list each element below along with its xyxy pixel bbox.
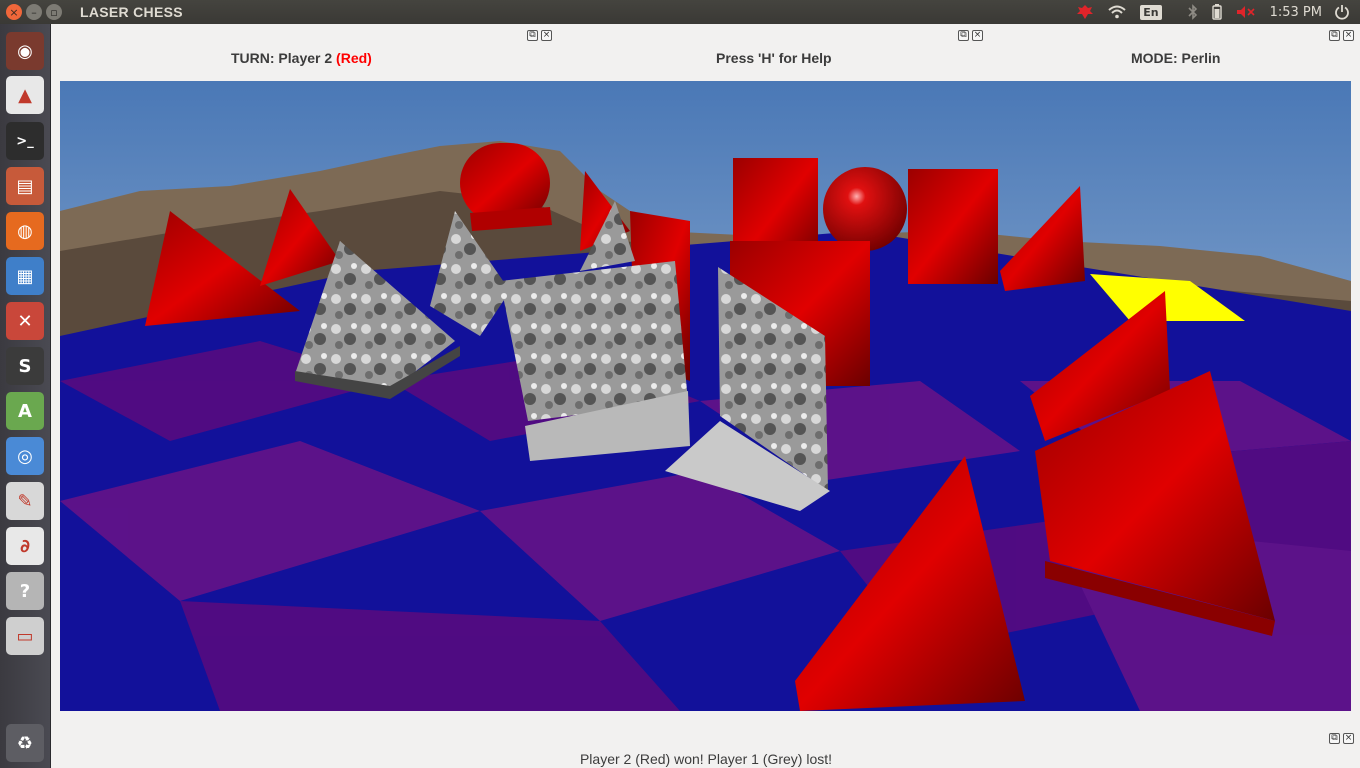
turn-prefix: TURN: Player 2: [231, 50, 337, 66]
top-panel: × – ▫ LASER CHESS En 1:53 PM: [0, 0, 1360, 24]
panel-close-icon[interactable]: ×: [1343, 30, 1354, 41]
help-panel-controls: ⧉ ×: [958, 30, 983, 41]
turn-player-name: (Red): [336, 50, 372, 66]
panel-restore-icon[interactable]: ⧉: [1329, 733, 1340, 744]
terminal-icon[interactable]: >_: [6, 122, 44, 160]
pdf-reader-icon[interactable]: ∂: [6, 527, 44, 565]
sublime-icon[interactable]: S: [6, 347, 44, 385]
keyboard-language-indicator[interactable]: En: [1140, 4, 1162, 20]
clock[interactable]: 1:53 PM: [1270, 5, 1322, 20]
mode-panel-controls: ⧉ ×: [1329, 30, 1354, 41]
vlc-icon[interactable]: ▲: [6, 76, 44, 114]
settings-icon[interactable]: ✕: [6, 302, 44, 340]
app-indicator-icon[interactable]: [1076, 4, 1094, 20]
game-status-message: Player 2 (Red) won! Player 1 (Grey) lost…: [579, 751, 833, 767]
panel-restore-icon[interactable]: ⧉: [1329, 30, 1340, 41]
trash-icon[interactable]: ♻: [6, 724, 44, 762]
wifi-icon[interactable]: [1108, 5, 1126, 19]
chromium-icon[interactable]: ◎: [6, 437, 44, 475]
battery-icon[interactable]: [1211, 4, 1222, 20]
android-studio-icon[interactable]: A: [6, 392, 44, 430]
help-icon[interactable]: ?: [6, 572, 44, 610]
volume-muted-icon[interactable]: [1236, 5, 1256, 19]
help-hint: Press 'H' for Help: [716, 50, 832, 66]
turn-indicator: TURN: Player 2 (Red): [231, 50, 372, 66]
drive-icon[interactable]: ▭: [6, 617, 44, 655]
launcher-sidebar: ◉ ▲ >_ ▤ ◍ ▦ ✕ S A ◎ ✎ ∂? ▭ ♻: [0, 24, 51, 768]
panel-close-icon[interactable]: ×: [972, 30, 983, 41]
text-editor-icon[interactable]: ✎: [6, 482, 44, 520]
panel-close-icon[interactable]: ×: [1343, 733, 1354, 744]
bluetooth-icon[interactable]: [1188, 4, 1198, 20]
writer-icon[interactable]: ▦: [6, 257, 44, 295]
panel-restore-icon[interactable]: ⧉: [958, 30, 969, 41]
files-icon[interactable]: ▤: [6, 167, 44, 205]
power-icon[interactable]: [1334, 4, 1350, 25]
game-3d-viewport[interactable]: [60, 81, 1351, 711]
panel-close-icon[interactable]: ×: [541, 30, 552, 41]
status-panel-controls: ⧉ ×: [1329, 733, 1354, 744]
mode-indicator: MODE: Perlin: [1131, 50, 1221, 66]
firefox-icon[interactable]: ◍: [6, 212, 44, 250]
window-title: LASER CHESS: [80, 4, 183, 20]
indicator-area: En 1:53 PM: [1076, 0, 1360, 24]
ubuntu-dash-icon[interactable]: ◉: [6, 32, 44, 70]
window-close-button[interactable]: ×: [6, 4, 22, 20]
window-maximize-button[interactable]: ▫: [46, 4, 62, 20]
panel-restore-icon[interactable]: ⧉: [527, 30, 538, 41]
board-scene[interactable]: [60, 81, 1351, 711]
window-minimize-button[interactable]: –: [26, 4, 42, 20]
turn-panel-controls: ⧉ ×: [527, 30, 552, 41]
